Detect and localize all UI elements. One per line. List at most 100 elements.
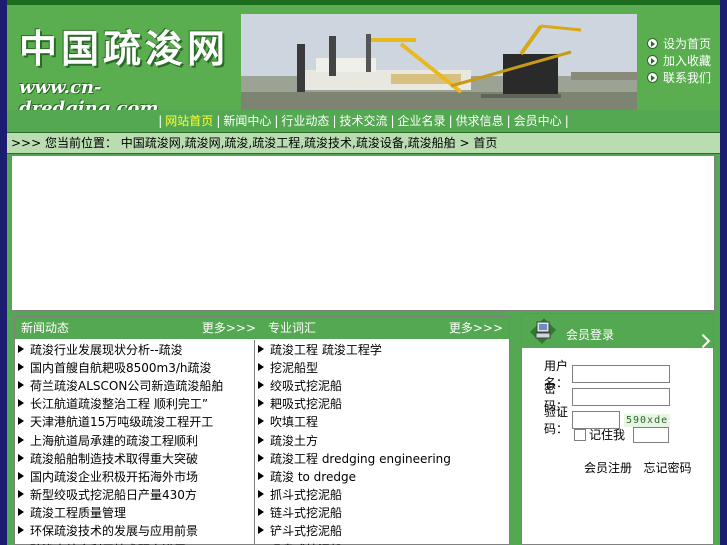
news-list-item[interactable]: 疏浚工程质量管理 — [15, 504, 254, 522]
news-list-item[interactable]: 上海航道局承建的疏浚工程顺利 — [15, 431, 254, 449]
nav-item-news[interactable]: 新闻中心 — [223, 114, 271, 128]
glossary-list-item[interactable]: 疏浚土方 — [255, 431, 495, 449]
login-button[interactable] — [633, 426, 670, 443]
code-label: 验证码： — [544, 405, 569, 436]
glossary-list-item[interactable]: 疏浚工程 疏浚工程学 — [255, 340, 495, 358]
forgot-password-link[interactable]: 忘记密码 — [643, 461, 691, 475]
news-list-item-text: 天津港航道15万吨级疏浚工程开工 — [30, 415, 214, 430]
news-section-title: 新闻动态 — [21, 321, 70, 335]
quick-link-label: 加入收藏 — [663, 54, 712, 68]
remember-checkbox[interactable] — [574, 428, 586, 441]
news-list-item-text: 长江航道疏浚整治工程 顺利完工” — [30, 397, 209, 412]
news-list-item[interactable]: 国内首艘自航耙吸8500m3/h疏浚 — [15, 358, 254, 376]
login-box: 会员登录 用户名： 密 码： 验证码： 590xde 记住我 会员注册 忘记密码 — [521, 313, 714, 545]
news-list-item-text: 新型绞吸式挖泥船日产量430方 — [30, 488, 197, 503]
news-list-item[interactable]: 环保疏浚技术的发展与应用前景 — [15, 522, 254, 540]
news-list-item[interactable]: 长江航道疏浚整治工程 顺利完工” — [15, 395, 254, 413]
news-list-item[interactable]: 新型绞吸式挖泥船日产量430方 — [15, 486, 254, 504]
nav-item-directory[interactable]: 企业名录 — [398, 114, 446, 128]
triangle-bullet-icon — [17, 435, 26, 445]
glossary-list-item-text: 吸盘式挖泥船 — [270, 541, 342, 545]
glossary-list-item-text: 抓斗式挖泥船 — [270, 488, 343, 503]
dredger-photo-drawing — [241, 14, 637, 113]
dredger-photo — [241, 14, 637, 113]
glossary-list-item[interactable]: 耙吸式挖泥船 — [255, 395, 495, 413]
glossary-list-item[interactable]: 挖泥船型 — [255, 358, 495, 376]
glossary-list-item[interactable]: 铲斗式挖泥船 — [255, 522, 495, 540]
glossary-list-item-text: 疏浚工程 疏浚工程学 — [270, 342, 382, 357]
quick-link-home[interactable]: 设为首页 — [647, 35, 711, 52]
news-list-item-text: 上海航道局承建的疏浚工程顺利 — [30, 433, 199, 448]
triangle-bullet-icon — [17, 362, 26, 372]
news-list-item-text: 疏浚工程质量管理 — [30, 506, 127, 521]
triangle-bullet-icon — [17, 526, 26, 535]
logo-title: 中国疏浚网 — [19, 26, 230, 71]
triangle-bullet-icon — [257, 380, 266, 390]
news-more-link[interactable]: 更多>>> — [202, 317, 256, 339]
glossary-list-item-text: 耙吸式挖泥船 — [270, 397, 343, 412]
nav-item-industry[interactable]: 行业动态 — [281, 114, 329, 128]
glossary-more-link[interactable]: 更多>>> — [449, 317, 503, 339]
news-list-item-text: 环保疏浚技术的发展与应用前景 — [30, 524, 199, 539]
glossary-list-item[interactable]: 疏浚工程 dredging engineering — [255, 449, 495, 467]
remember-row: 记住我 — [574, 426, 670, 443]
news-list: 疏浚行业发展现状分析--疏浚 国内首艘自航耙吸8500m3/h疏浚 荷兰疏浚ALSC… — [15, 340, 255, 545]
triangle-bullet-icon — [257, 435, 266, 445]
login-title: 会员登录 — [566, 328, 615, 342]
triangle-bullet-icon — [257, 362, 266, 372]
banner-area — [11, 155, 715, 311]
glossary-list-item-text: 疏浚 to dredge — [270, 469, 356, 484]
triangle-bullet-icon — [257, 417, 266, 426]
triangle-bullet-icon — [17, 380, 26, 390]
quick-link-favorite[interactable]: 加入收藏 — [647, 52, 711, 69]
login-header: 会员登录 — [522, 314, 713, 349]
computer-icon — [530, 318, 556, 344]
quick-link-contact[interactable]: 联系我们 — [647, 69, 711, 86]
triangle-bullet-icon — [17, 344, 26, 354]
nav-item-home[interactable]: 网站首页 — [165, 114, 213, 128]
glossary-list-item-text: 链斗式挖泥船 — [270, 506, 343, 521]
quick-link-label: 联系我们 — [663, 71, 712, 85]
nav-item-member[interactable]: 会员中心 — [514, 114, 562, 128]
glossary-list-item[interactable]: 链斗式挖泥船 — [255, 504, 495, 522]
news-list-item[interactable]: 疏浚船舶制造技术取得重大突破 — [15, 449, 254, 467]
glossary-list-item-text: 挖泥船型 — [270, 360, 319, 375]
glossary-section-title: 专业词汇 — [268, 321, 317, 335]
glossary-list-item-text: 疏浚土方 — [270, 433, 319, 448]
news-list-item[interactable]: 荷兰疏浚ALSCON公司新造疏浚船舶 — [15, 376, 254, 394]
news-list-item-text: 疏浚土综合利用技术研究进展 — [30, 541, 186, 545]
glossary-list-item-text: 疏浚工程 dredging engineering — [270, 451, 451, 466]
glossary-list-item-text: 吹填工程 — [270, 415, 319, 430]
glossary-list-item[interactable]: 绞吸式挖泥船 — [255, 376, 495, 394]
captcha-image[interactable]: 590xde — [624, 413, 671, 427]
glossary-list-item[interactable]: 疏浚 to dredge — [255, 467, 495, 485]
glossary-list-item[interactable]: 抓斗式挖泥船 — [255, 486, 495, 504]
arrow-circle-icon — [647, 55, 658, 66]
site-logo[interactable]: 中国疏浚网 www.cn-dredging.com — [19, 23, 239, 119]
triangle-bullet-icon — [257, 399, 266, 408]
nav-item-supply[interactable]: 供求信息 — [456, 114, 504, 128]
glossary-list-item[interactable]: 吸盘式挖泥船 — [255, 540, 495, 545]
news-panel: 新闻动态 更多>>> 专业词汇 更多>>> 疏浚行业发展现状分析--疏浚 国内首艘… — [14, 316, 510, 545]
triangle-bullet-icon — [257, 490, 266, 499]
news-list-item[interactable]: 天津港航道15万吨级疏浚工程开工 — [15, 413, 254, 431]
glossary-list-item[interactable]: 吹填工程 — [255, 413, 495, 431]
triangle-bullet-icon — [257, 344, 266, 354]
news-list-item[interactable]: 疏浚行业发展现状分析--疏浚 — [15, 340, 254, 358]
triangle-bullet-icon — [17, 508, 26, 517]
news-list-item-text: 疏浚船舶制造技术取得重大突破 — [30, 451, 199, 466]
glossary-list-item-text: 绞吸式挖泥船 — [270, 378, 343, 393]
register-link[interactable]: 会员注册 — [584, 461, 632, 475]
main-nav: | 网站首页 | 新闻中心 | 行业动态 | 技术交流 | 企业名录 | 供求信息 | 会员中心 | — [7, 110, 720, 132]
login-links: 会员注册 忘记密码 — [584, 459, 691, 476]
triangle-bullet-icon — [17, 490, 26, 499]
news-list-item[interactable]: 国内疏浚企业积极开拓海外市场 — [15, 467, 254, 485]
glossary-list: 疏浚工程 疏浚工程学 挖泥船型绞吸式挖泥船 耙吸式挖泥船 吹填工程疏浚土方疏浚工程 d… — [255, 340, 495, 545]
glossary-list-item-text: 铲斗式挖泥船 — [270, 524, 343, 539]
arrow-circle-icon — [647, 38, 658, 49]
corner-arrow-icon — [696, 333, 711, 349]
quick-link-label: 设为首页 — [663, 37, 712, 51]
news-list-item[interactable]: 疏浚土综合利用技术研究进展 — [15, 540, 254, 545]
nav-item-tech[interactable]: 技术交流 — [339, 114, 387, 128]
triangle-bullet-icon — [17, 453, 26, 463]
